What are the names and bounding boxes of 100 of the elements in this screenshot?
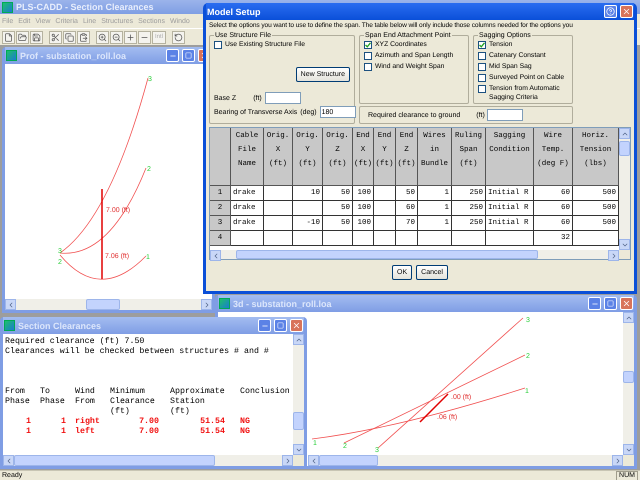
zoom-out-icon[interactable] xyxy=(110,30,123,44)
app-icon xyxy=(2,2,13,12)
scroll-down-icon[interactable] xyxy=(619,239,630,250)
table-cell[interactable] xyxy=(452,231,486,246)
paste-icon[interactable] xyxy=(77,30,90,44)
scrollbar[interactable] xyxy=(210,250,619,259)
scroll-thumb[interactable] xyxy=(619,141,630,156)
help-icon[interactable] xyxy=(604,5,617,18)
scroll-thumb[interactable] xyxy=(14,455,215,466)
scroll-right-icon[interactable] xyxy=(612,455,623,466)
minimize-icon[interactable] xyxy=(588,297,601,310)
rotate-icon[interactable] xyxy=(172,30,186,44)
scroll-left-icon[interactable] xyxy=(308,455,319,466)
column-header: To Phase xyxy=(40,387,66,408)
table-cell[interactable] xyxy=(264,201,293,216)
window-title: Model Setup xyxy=(207,6,262,16)
table-cell[interactable] xyxy=(264,216,293,231)
minimize-icon[interactable] xyxy=(166,49,179,62)
table-cell[interactable] xyxy=(353,231,374,246)
table-cell[interactable] xyxy=(374,186,396,201)
scroll-up-icon[interactable] xyxy=(293,334,304,345)
table-cell[interactable] xyxy=(374,216,396,231)
window-title: Section Clearances xyxy=(18,320,102,330)
app-icon xyxy=(219,298,230,309)
save-icon[interactable] xyxy=(30,30,43,44)
scroll-down-icon[interactable] xyxy=(623,444,634,455)
table-cell[interactable] xyxy=(293,201,323,216)
clearance-field[interactable] xyxy=(486,109,523,121)
scrollbar[interactable] xyxy=(623,312,634,455)
scrollbar[interactable] xyxy=(5,299,212,310)
table-cell[interactable] xyxy=(264,186,293,201)
checkmark-icon xyxy=(365,42,371,48)
scrollbar-corner xyxy=(619,250,630,259)
result-cell-text: NG xyxy=(240,427,251,437)
table-cell[interactable] xyxy=(418,231,452,246)
close-icon[interactable] xyxy=(620,5,633,18)
open-folder-icon[interactable] xyxy=(16,30,29,44)
scroll-thumb[interactable] xyxy=(319,455,378,466)
scroll-down-icon[interactable] xyxy=(293,444,304,455)
result-cell-text: 7.00 xyxy=(138,417,160,427)
report-text: Required clearance (ft) 7.50 xyxy=(5,337,146,347)
scroll-thumb[interactable] xyxy=(623,371,634,384)
app-icon xyxy=(6,50,17,61)
result-cell-text: 7.00 xyxy=(138,427,160,437)
result-cell-text: 1 xyxy=(60,417,67,427)
scroll-up-icon[interactable] xyxy=(623,312,634,323)
close-icon[interactable] xyxy=(620,297,633,310)
column-header: Conclusion xyxy=(240,387,291,398)
zoom-in-icon[interactable] xyxy=(96,30,109,44)
app-icon xyxy=(4,320,15,331)
scroll-right-icon[interactable] xyxy=(608,250,619,261)
scrollbar[interactable] xyxy=(619,128,630,250)
table-cell[interactable] xyxy=(293,231,323,246)
new-file-icon[interactable] xyxy=(2,30,15,44)
scrollbar-corner xyxy=(623,455,634,466)
table-cell[interactable] xyxy=(264,231,293,246)
result-cell-text: 1 xyxy=(25,427,32,437)
close-icon[interactable] xyxy=(290,319,303,332)
plus-icon[interactable] xyxy=(124,30,137,44)
scroll-right-icon[interactable] xyxy=(282,455,293,466)
scrollbar[interactable] xyxy=(293,334,304,455)
scroll-left-icon[interactable] xyxy=(5,299,16,310)
copy-icon[interactable] xyxy=(63,30,76,44)
column-header: From Phase xyxy=(5,387,31,408)
column-header: Wind From xyxy=(75,387,96,408)
scroll-thumb[interactable] xyxy=(236,250,538,259)
table-cell[interactable] xyxy=(396,231,418,246)
table-cell[interactable] xyxy=(323,231,353,246)
result-cell-text: left xyxy=(75,427,96,437)
result-cell-text: right xyxy=(75,417,101,426)
scroll-left-icon[interactable] xyxy=(210,250,221,261)
window-title: Prof - substation_roll.loa xyxy=(20,50,128,60)
maximize-icon[interactable] xyxy=(274,319,287,332)
window-title: 3d - substation_roll.loa xyxy=(233,298,333,308)
minus-icon[interactable] xyxy=(138,30,151,44)
scrollbar[interactable] xyxy=(3,455,293,466)
table-cell[interactable] xyxy=(486,231,534,246)
result-cell-text: 51.54 xyxy=(199,427,226,437)
maximize-icon[interactable] xyxy=(604,297,617,310)
maximize-icon[interactable] xyxy=(182,49,195,62)
minimize-icon[interactable] xyxy=(258,319,271,332)
scroll-left-icon[interactable] xyxy=(3,455,14,466)
table-cell[interactable] xyxy=(374,231,396,246)
scrollbar[interactable] xyxy=(308,455,623,466)
scroll-right-icon[interactable] xyxy=(201,299,212,310)
result-cell-text: 51.54 xyxy=(199,417,226,427)
app-title: PLS-CADD - Section Clearances xyxy=(16,2,154,12)
table-corner xyxy=(210,128,231,186)
table-cell[interactable] xyxy=(231,231,264,246)
scroll-thumb[interactable] xyxy=(86,299,120,310)
base-z-field[interactable] xyxy=(264,92,301,104)
report-text: Clearances will be checked between structures # and # xyxy=(5,347,270,357)
cut-icon[interactable] xyxy=(49,30,62,44)
checkmark-icon xyxy=(479,42,485,48)
column-header: Minimum Clearance (ft) xyxy=(110,387,156,417)
scroll-up-icon[interactable] xyxy=(619,128,630,139)
result-cell-text: NG xyxy=(240,417,251,427)
table-cell[interactable] xyxy=(374,201,396,216)
scroll-thumb[interactable] xyxy=(293,412,304,430)
scrollbar-corner xyxy=(293,455,304,466)
